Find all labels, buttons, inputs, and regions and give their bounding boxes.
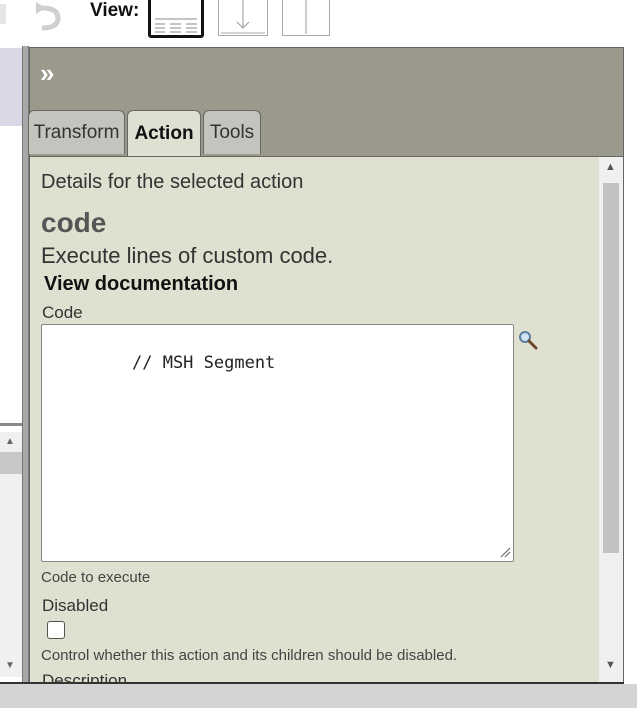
view-button-columns[interactable]: [282, 0, 330, 36]
left-panel-pane: [0, 124, 24, 426]
toolbar: View:: [0, 0, 637, 46]
scroll-down-icon[interactable]: ▼: [5, 660, 15, 671]
description-field-label: Description: [42, 671, 128, 682]
view-button-grid[interactable]: [148, 0, 204, 38]
code-field-label: Code: [42, 303, 83, 322]
view-label: View:: [90, 0, 140, 21]
expand-chevron-icon[interactable]: »: [40, 58, 54, 88]
view-documentation-link[interactable]: View documentation: [44, 273, 238, 296]
redo-icon[interactable]: [0, 0, 80, 34]
left-panel-header: [0, 48, 24, 126]
left-panel: ▲ ▼: [0, 46, 24, 681]
scroll-up-icon[interactable]: ▲: [605, 161, 616, 173]
action-description: Execute lines of custom code.: [41, 243, 334, 268]
tab-tools[interactable]: Tools: [203, 110, 261, 154]
code-helper-text: Code to execute: [41, 569, 151, 586]
detail-panel: » Transform Action Tools Details for the…: [28, 47, 624, 682]
action-name: code: [41, 207, 107, 238]
layout-vertical-arrow-icon: [221, 0, 265, 34]
resize-grip-icon[interactable]: [499, 546, 511, 558]
scroll-down-icon[interactable]: ▼: [605, 659, 616, 671]
code-textarea[interactable]: [41, 324, 514, 562]
detail-scrollbar[interactable]: ▲ ▼: [599, 157, 623, 682]
left-scroll-thumb[interactable]: [0, 452, 22, 474]
action-details: Details for the selected action code Exe…: [30, 156, 623, 682]
left-panel-scrollbar[interactable]: ▲ ▼: [0, 432, 22, 677]
view-button-vertical[interactable]: [218, 0, 268, 36]
disabled-helper-text: Control whether this action and its chil…: [41, 647, 458, 664]
horizontal-scrollbar[interactable]: [0, 684, 637, 708]
disabled-checkbox[interactable]: [47, 621, 65, 639]
disabled-field-label: Disabled: [42, 596, 109, 615]
detail-scroll-thumb[interactable]: [603, 183, 619, 553]
details-heading: Details for the selected action: [41, 171, 304, 193]
tab-transform[interactable]: Transform: [28, 110, 125, 154]
layout-columns-icon: [305, 0, 307, 34]
tab-action[interactable]: Action: [127, 110, 201, 157]
magnify-icon[interactable]: [517, 329, 539, 351]
scroll-up-icon[interactable]: ▲: [5, 436, 15, 447]
layout-grid-icon: [155, 18, 197, 33]
